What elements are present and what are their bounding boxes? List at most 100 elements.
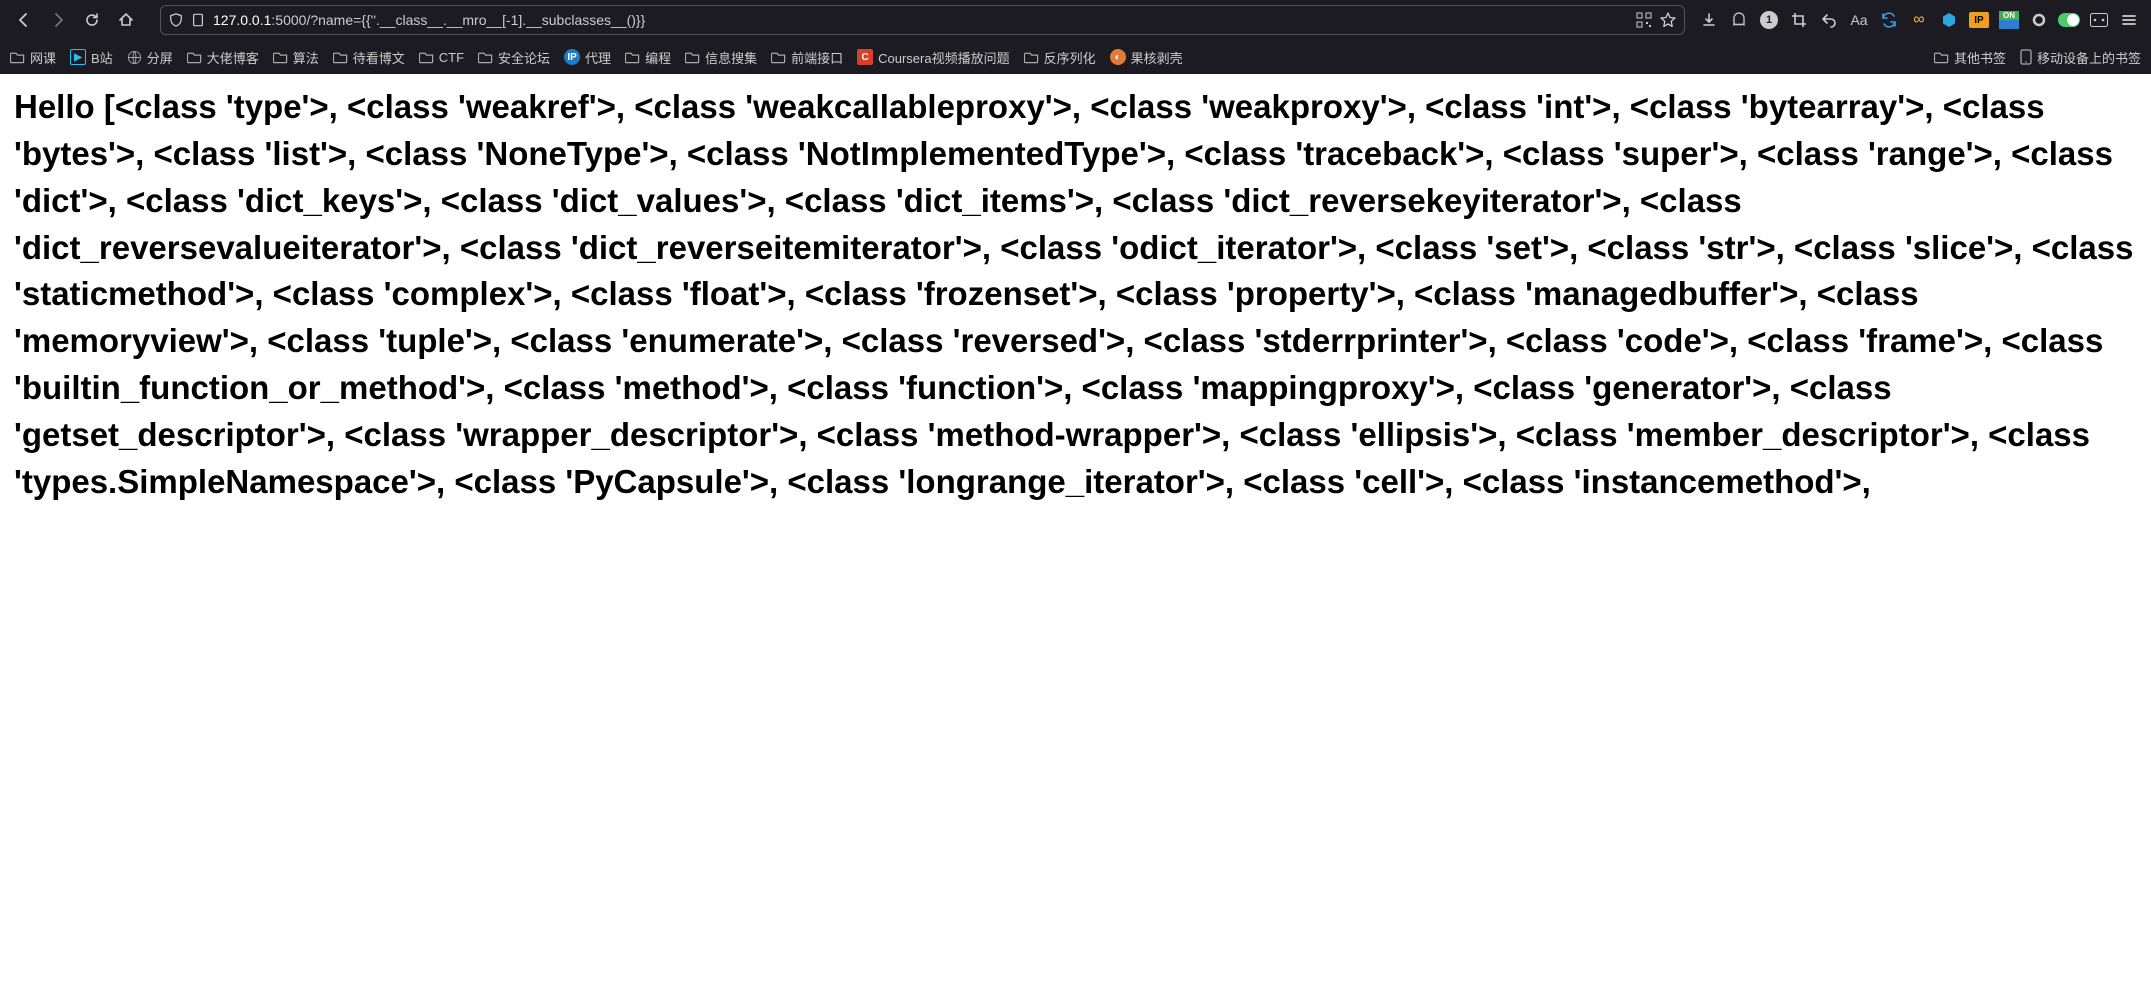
hexagon-icon — [1941, 12, 1957, 28]
devtools-ext-button[interactable] — [2085, 6, 2113, 34]
bookmark-label: B站 — [91, 48, 113, 67]
url-path: /?name={{''.__class__.__mro__[-1].__subc… — [306, 12, 645, 28]
circle-ring-icon — [2031, 12, 2047, 28]
bookmark-item[interactable]: 安全论坛 — [478, 48, 550, 67]
page-body-text: Hello [<class 'type'>, <class 'weakref'>… — [14, 88, 2134, 500]
bookmarks-left-group: 网课 ▶B站 分屏 大佬博客 算法 待看博文 CTF 安全论坛 IP代理 编程 信息搜集 前端接口 CC… — [10, 48, 1920, 67]
bookmark-label: 网课 — [30, 48, 56, 67]
bookmark-label: CTF — [439, 50, 464, 65]
bookmarks-bar: 网课 ▶B站 分屏 大佬博客 算法 待看博文 CTF 安全论坛 IP代理 编程 信息搜集 前端接口 CC… — [0, 40, 2151, 74]
record-ext-button[interactable] — [2025, 6, 2053, 34]
bookmark-item[interactable]: IP代理 — [564, 48, 611, 67]
bookmark-label: 分屏 — [147, 48, 173, 67]
mobile-icon — [2020, 49, 2032, 65]
bookmark-item[interactable]: 信息搜集 — [685, 48, 757, 67]
bookmarks-right-group: 其他书签 移动设备上的书签 — [1934, 48, 2141, 67]
bookmark-label: 其他书签 — [1954, 48, 2006, 67]
page-content[interactable]: Hello [<class 'type'>, <class 'weakref'>… — [0, 74, 2151, 1008]
url-bar[interactable]: 127.0.0.1:5000/?name={{''.__class__.__mr… — [160, 5, 1685, 35]
ip-ext-button[interactable]: IP — [1965, 6, 1993, 34]
bookmark-item[interactable]: 网课 — [10, 48, 56, 67]
download-icon — [1701, 12, 1717, 28]
bookmark-item[interactable]: 前端接口 — [771, 48, 843, 67]
back-button[interactable] — [8, 4, 40, 36]
folder-icon — [685, 50, 700, 65]
folder-icon — [625, 50, 640, 65]
ghost-icon — [1731, 12, 1747, 28]
reader-label: Aa — [1850, 12, 1867, 28]
bookmark-item[interactable]: 分屏 — [127, 48, 173, 67]
crop-ext-button[interactable] — [1785, 6, 1813, 34]
page-icon — [191, 13, 205, 27]
folder-icon — [187, 50, 202, 65]
hamburger-icon — [2121, 12, 2137, 28]
reload-icon — [84, 12, 100, 28]
arrow-left-icon — [16, 12, 32, 28]
account-button[interactable] — [1725, 6, 1753, 34]
bookmark-label: 前端接口 — [791, 48, 843, 67]
toolbar-right-icons: 1 Aa ∞ IP — [1695, 6, 2143, 34]
tab-count-value: 1 — [1760, 11, 1778, 29]
url-host: 127.0.0.1 — [213, 12, 271, 28]
bookmark-label: 信息搜集 — [705, 48, 757, 67]
reader-mode-button[interactable]: Aa — [1845, 6, 1873, 34]
folder-icon — [10, 50, 25, 65]
folder-icon — [1934, 50, 1949, 65]
toggle-ext-button[interactable] — [2055, 6, 2083, 34]
arrow-right-icon — [50, 12, 66, 28]
devtools-icon — [2090, 13, 2108, 27]
forward-button[interactable] — [42, 4, 74, 36]
bookmark-label: 反序列化 — [1044, 48, 1096, 67]
sync-icon — [1881, 12, 1897, 28]
bookmark-item[interactable]: 反序列化 — [1024, 48, 1096, 67]
browser-chrome: 127.0.0.1:5000/?name={{''.__class__.__mr… — [0, 0, 2151, 74]
bookmark-star-icon[interactable] — [1660, 12, 1676, 28]
on-ext-label: ON — [1999, 11, 2019, 20]
crop-icon — [1791, 12, 1807, 28]
bookmark-label: 编程 — [645, 48, 671, 67]
bookmark-item[interactable]: 待看博文 — [333, 48, 405, 67]
download-button[interactable] — [1695, 6, 1723, 34]
bookmark-label: 待看博文 — [353, 48, 405, 67]
hamburger-menu-button[interactable] — [2115, 6, 2143, 34]
undo-icon — [1821, 12, 1837, 28]
bookmark-label: 安全论坛 — [498, 48, 550, 67]
qr-icon[interactable] — [1636, 12, 1652, 28]
bookmark-label: 大佬博客 — [207, 48, 259, 67]
shield-icon — [169, 13, 183, 27]
folder-icon — [478, 50, 493, 65]
onoff-ext-button[interactable]: ON — [1995, 6, 2023, 34]
folder-icon — [771, 50, 786, 65]
bookmark-label: 移动设备上的书签 — [2037, 48, 2141, 67]
folder-icon — [333, 50, 348, 65]
reload-button[interactable] — [76, 4, 108, 36]
tab-count-badge[interactable]: 1 — [1755, 6, 1783, 34]
sync-ext-button[interactable] — [1875, 6, 1903, 34]
folder-icon — [419, 50, 434, 65]
folder-icon — [1024, 50, 1039, 65]
bookmark-label: 代理 — [585, 48, 611, 67]
infinity-icon: ∞ — [1913, 11, 1924, 29]
nav-toolbar: 127.0.0.1:5000/?name={{''.__class__.__mr… — [0, 0, 2151, 40]
bookmark-item[interactable]: 编程 — [625, 48, 671, 67]
nav-buttons-group — [8, 4, 142, 36]
bookmark-label: Coursera视频播放问题 — [878, 48, 1009, 67]
bookmark-item[interactable]: 移动设备上的书签 — [2020, 48, 2141, 67]
bookmark-item[interactable]: 其他书签 — [1934, 48, 2006, 67]
undo-ext-button[interactable] — [1815, 6, 1843, 34]
bookmark-item[interactable]: ▶B站 — [70, 48, 113, 67]
bookmark-item[interactable]: CTF — [419, 50, 464, 65]
folder-icon — [273, 50, 288, 65]
bookmark-item[interactable]: ◐果核剥壳 — [1110, 48, 1183, 67]
globe-icon — [127, 50, 142, 65]
infinity-ext-button[interactable]: ∞ — [1905, 6, 1933, 34]
home-icon — [118, 12, 134, 28]
bookmark-item[interactable]: CCoursera视频播放问题 — [857, 48, 1009, 67]
home-button[interactable] — [110, 4, 142, 36]
url-port: :5000 — [271, 12, 306, 28]
bookmark-item[interactable]: 算法 — [273, 48, 319, 67]
url-text: 127.0.0.1:5000/?name={{''.__class__.__mr… — [213, 12, 1628, 28]
bookmark-item[interactable]: 大佬博客 — [187, 48, 259, 67]
bookmark-label: 算法 — [293, 48, 319, 67]
hex-ext-button[interactable] — [1935, 6, 1963, 34]
